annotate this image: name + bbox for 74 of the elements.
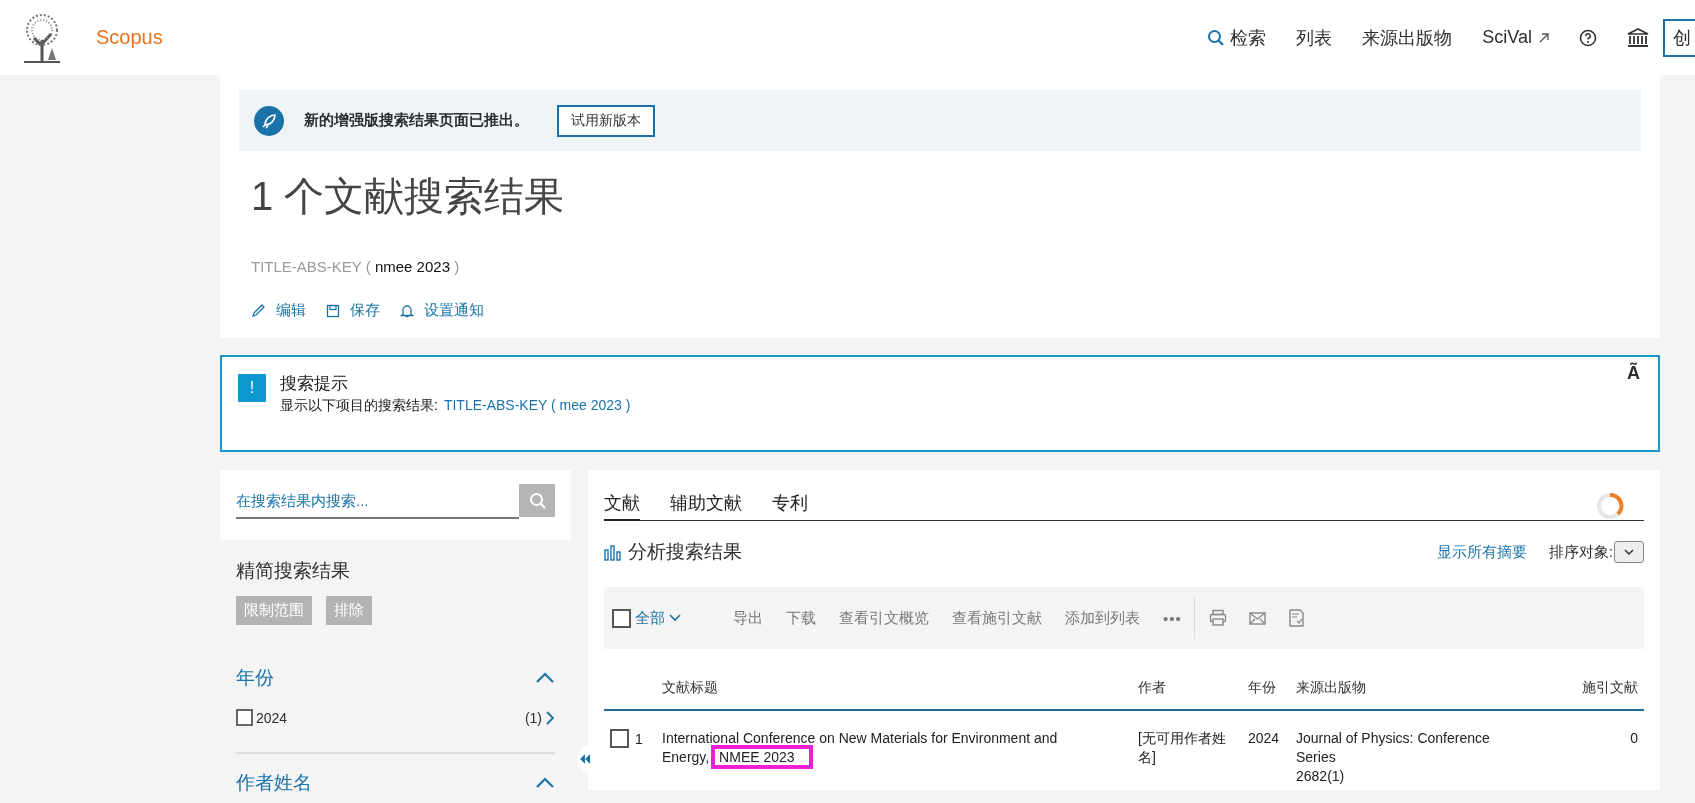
double-chevron-left-icon	[579, 754, 591, 764]
column-header: 作者	[1132, 671, 1242, 710]
printer-icon[interactable]	[1208, 609, 1227, 627]
loading-spinner-icon	[1596, 492, 1624, 520]
banner-message: 新的增强版搜索结果页面已推出。	[304, 111, 529, 130]
try-new-version-button[interactable]: 试用新版本	[557, 104, 655, 137]
refine-heading: 精简搜索结果	[236, 559, 351, 583]
pencil-icon[interactable]	[251, 303, 266, 318]
document-icon[interactable]	[1287, 609, 1305, 627]
results-title: 1 个文献搜索结果	[251, 173, 566, 220]
suggested-query-link[interactable]: TITLE-ABS-KEY ( mee 2023 )	[443, 397, 631, 413]
facet-title[interactable]: 作者姓名	[236, 770, 312, 796]
toolbar-action[interactable]: 查看施引文献	[952, 608, 1042, 628]
search-icon	[528, 492, 546, 509]
toolbar-action[interactable]: 添加到列表	[1065, 608, 1140, 628]
help-icon[interactable]	[1579, 28, 1597, 47]
search-query: TITLE-ABS-KEY ( nmee 2023 )	[251, 258, 461, 275]
chevron-right-icon[interactable]	[545, 709, 555, 726]
column-header: 文献标题	[656, 671, 1132, 710]
toolbar-action[interactable]: 下载	[786, 608, 816, 628]
action-link[interactable]: 保存	[326, 301, 380, 320]
column-header: 年份	[1242, 671, 1290, 710]
close-button[interactable]: Ã	[1627, 363, 1640, 384]
nav-link[interactable]: 来源出版物	[1362, 25, 1453, 50]
account-button[interactable]: 创	[1663, 18, 1695, 57]
facet-option: 2024	[256, 709, 288, 726]
toolbar-action[interactable]: 导出	[733, 608, 763, 628]
select-all-checkbox[interactable]	[612, 608, 631, 628]
show-abstracts-link[interactable]: 显示所有摘要	[1436, 542, 1527, 562]
tab[interactable]: 辅助文献	[670, 486, 742, 520]
caret-icon	[669, 614, 681, 622]
action-link[interactable]: 设置通知	[400, 301, 484, 320]
tab[interactable]: 专利	[772, 486, 808, 520]
row-number: 1	[635, 731, 643, 747]
brand-name[interactable]: Scopus	[96, 26, 163, 49]
year-text: 2024	[1248, 730, 1280, 746]
author-text: [无可用作者姓名]	[1138, 730, 1226, 765]
chevron-up-icon[interactable]	[535, 671, 555, 685]
tip-text: 显示以下项目的搜索结果:	[280, 397, 438, 413]
search-box[interactable]: 在搜索结果内搜索...	[220, 470, 571, 540]
nav-link[interactable]: SciVal	[1482, 27, 1549, 48]
source-title[interactable]: Journal of Physics: Conference Series	[1296, 729, 1511, 767]
mail-icon[interactable]	[1248, 610, 1266, 626]
search-link[interactable]: 检索	[1207, 25, 1267, 50]
toolbar-action[interactable]: 查看引文概览	[839, 608, 929, 628]
chevron-up-icon[interactable]	[535, 776, 555, 790]
tip-title: 搜索提示	[280, 373, 349, 395]
bar-chart-icon	[604, 543, 622, 561]
document-title-link[interactable]: International Conference on New Materials for Environment and Energy, NMEE 2023	[662, 729, 1102, 767]
analyze-results-link[interactable]: 分析搜索结果	[604, 539, 742, 565]
facet-count: (1)	[524, 709, 542, 726]
institution-icon[interactable]	[1627, 27, 1649, 48]
save-icon[interactable]	[326, 303, 340, 318]
column-header: 施引文献	[1517, 671, 1644, 710]
action-link[interactable]: 编辑	[251, 301, 306, 320]
info-badge: !	[238, 374, 266, 402]
checkbox[interactable]	[236, 709, 253, 726]
search-within-field[interactable]: 在搜索结果内搜索...	[236, 484, 519, 519]
row-checkbox[interactable]	[610, 729, 629, 748]
column-header: 来源出版物	[1290, 671, 1517, 710]
external-link-icon[interactable]	[1538, 32, 1549, 43]
facet-title[interactable]: 年份	[236, 665, 274, 691]
sort-label: 排序对象:	[1548, 542, 1613, 562]
tab[interactable]: 文献	[604, 486, 640, 521]
more-button[interactable]: •••	[1163, 609, 1182, 627]
rocket-icon	[254, 105, 284, 136]
sort-dropdown[interactable]	[1614, 541, 1644, 563]
select-all-menu[interactable]: 全部	[635, 608, 703, 628]
bell-icon[interactable]	[400, 303, 414, 318]
source-issue: 2682(1)	[1296, 767, 1346, 786]
citation-count: 0	[1630, 730, 1638, 746]
nav-link[interactable]: 列表	[1296, 25, 1333, 50]
caret-icon	[1624, 548, 1634, 556]
search-icon[interactable]	[1207, 29, 1225, 46]
